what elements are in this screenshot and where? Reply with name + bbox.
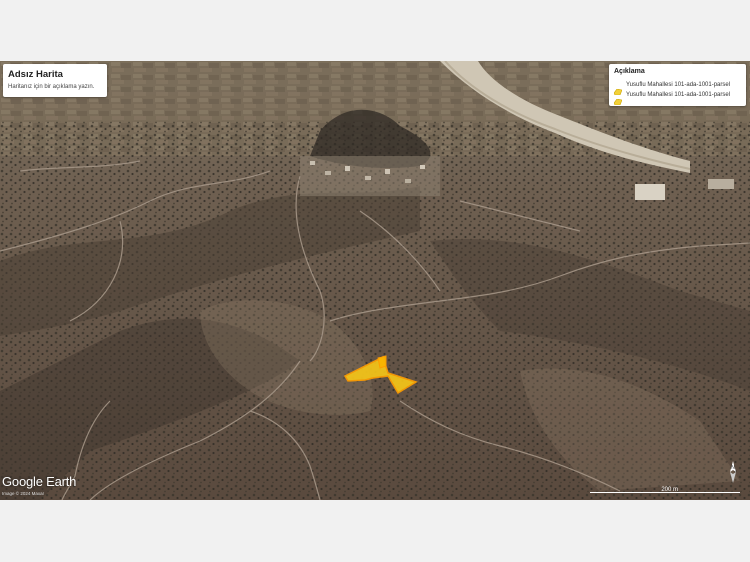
- polygon-icon: [613, 92, 623, 106]
- legend-heading: Açıklama: [614, 68, 645, 75]
- map-title-card[interactable]: Adsız Harita Haritanız için bir açıklama…: [3, 64, 107, 97]
- building: [708, 179, 734, 189]
- map-description: Haritanız için bir açıklama yazın.: [8, 84, 95, 90]
- legend-item[interactable]: Yusuflu Mahallesi 101-ada-1001-parsel: [613, 90, 731, 106]
- legend-item-label: Yusuflu Mahallesi 101-ada-1001-parsel: [626, 82, 731, 88]
- building: [635, 184, 665, 200]
- compass-icon[interactable]: N: [722, 460, 744, 484]
- scale-label: 200 m: [661, 487, 678, 493]
- polygon-icon: [613, 82, 623, 96]
- scale-bar: 200 m: [590, 487, 740, 495]
- legend-item[interactable]: Yusuflu Mahallesi 101-ada-1001-parsel: [613, 80, 731, 96]
- legend-item-label: Yusuflu Mahallesi 101-ada-1001-parsel: [626, 92, 731, 98]
- legend-card[interactable]: Açıklama Yusuflu Mahallesi 101-ada-1001-…: [609, 64, 746, 106]
- parcel-polygon[interactable]: [377, 355, 387, 369]
- satellite-map[interactable]: [0, 61, 750, 500]
- imagery-credit: Image © 2024 Maxar: [2, 491, 45, 496]
- google-earth-logo: Google Earth: [2, 474, 77, 489]
- map-title: Adsız Harita: [8, 69, 63, 80]
- village: [300, 156, 440, 196]
- svg-text:N: N: [731, 465, 735, 471]
